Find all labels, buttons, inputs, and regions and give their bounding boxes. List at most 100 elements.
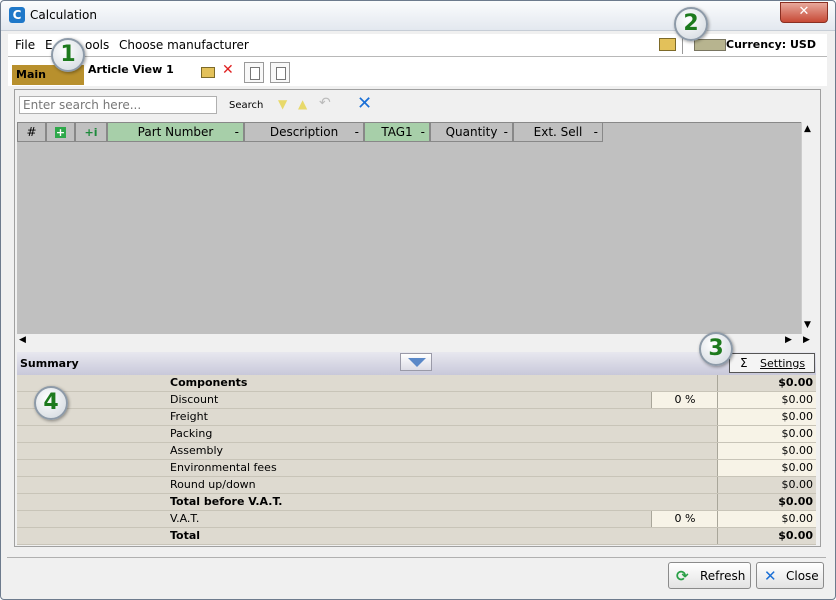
column-header-description[interactable]: Description - (244, 122, 364, 142)
summary-row-label: Total before V.A.T. (170, 495, 283, 508)
summary-row-label: Discount (170, 393, 219, 406)
summary-row-amount: $0.00 (717, 477, 816, 493)
summary-row-components: Components $0.00 (17, 375, 816, 392)
column-header-tag1[interactable]: TAG1- (364, 122, 430, 142)
summary-row-label: Packing (170, 427, 213, 440)
menu-choose-manufacturer[interactable]: Choose manufacturer (119, 38, 249, 52)
column-header-info[interactable]: +i (75, 122, 107, 142)
clear-filter-icon[interactable]: ▲ (298, 97, 307, 111)
discount-amount-field[interactable]: $0.00 (717, 392, 816, 408)
summary-row-assembly: Assembly $0.00 (17, 443, 816, 460)
summary-row-total: Total $0.00 (17, 528, 816, 545)
summary-collapse-button[interactable] (400, 353, 432, 371)
menu-file[interactable]: File (15, 38, 35, 52)
summary-row-label: Assembly (170, 444, 224, 457)
scroll-right-arrow-icon[interactable]: ▶ (803, 335, 810, 345)
assembly-amount-field[interactable]: $0.00 (717, 443, 816, 459)
app-icon: C (9, 7, 25, 23)
column-label: Quantity (445, 125, 498, 139)
discount-percent-field[interactable]: 0 % (651, 392, 718, 408)
scroll-right-arrow-icon[interactable]: ▶ (785, 335, 792, 345)
undo-icon[interactable]: ↶ (319, 95, 331, 111)
footer-divider (7, 557, 826, 558)
window-close-button[interactable]: ✕ (780, 2, 828, 23)
copy-page-icon (276, 67, 286, 80)
sigma-icon: Σ (740, 356, 748, 370)
summary-row-label: Freight (170, 410, 208, 423)
column-menu-dash[interactable]: - (504, 123, 508, 141)
summary-row-packing: Packing $0.00 (17, 426, 816, 443)
column-label: Part Number (137, 125, 214, 139)
column-menu-dash[interactable]: - (421, 123, 425, 141)
summary-row-label: Total (170, 529, 201, 542)
column-label: Ext. Sell (533, 125, 583, 139)
summary-row-total-before-vat: Total before V.A.T. $0.00 (17, 494, 816, 511)
column-menu-dash[interactable]: - (355, 123, 359, 141)
close-label: Close (786, 569, 819, 583)
column-header-row-number[interactable]: # (17, 122, 46, 142)
delete-view-icon[interactable]: ✕ (222, 62, 234, 78)
close-icon: ✕ (764, 567, 777, 585)
open-view-folder-icon[interactable] (201, 67, 215, 78)
view-tabs: Main Article View 1 ✕ (8, 57, 827, 86)
column-header-quantity[interactable]: Quantity - (430, 122, 513, 142)
column-header-add[interactable]: + (46, 122, 75, 142)
packing-amount-field[interactable]: $0.00 (717, 426, 816, 442)
summary-row-amount: $0.00 (717, 528, 816, 544)
column-header-part-number[interactable]: Part Number - (107, 122, 244, 142)
scroll-down-arrow-icon[interactable]: ▼ (804, 320, 811, 330)
column-label: TAG1 (381, 125, 413, 139)
chevron-down-icon (408, 358, 426, 367)
search-button[interactable]: Search (229, 100, 263, 111)
column-header-ext-sell[interactable]: Ext. Sell - (513, 122, 603, 142)
summary-title: Summary (20, 357, 79, 370)
summary-row-vat: V.A.T. 0 % $0.00 (17, 511, 816, 528)
copy-view-button[interactable] (270, 62, 290, 83)
summary-row-label: Round up/down (170, 478, 256, 491)
callout-3: 3 (699, 332, 733, 366)
summary-row-round-up-down: Round up/down $0.00 (17, 477, 816, 494)
summary-row-label: Components (170, 376, 248, 389)
vat-percent-field[interactable]: 0 % (651, 511, 718, 527)
summary-row-environmental-fees: Environmental fees $0.00 (17, 460, 816, 477)
article-grid[interactable] (17, 122, 801, 335)
money-icon (694, 39, 726, 51)
environmental-fees-amount-field[interactable]: $0.00 (717, 460, 816, 476)
summary-row-label: Environmental fees (170, 461, 277, 474)
refresh-icon: ⟳ (676, 567, 689, 585)
clear-search-icon[interactable]: ✕ (357, 93, 372, 114)
new-page-icon (250, 67, 260, 80)
title-bar: C Calculation ✕ (1, 1, 835, 31)
callout-1: 1 (51, 38, 85, 72)
add-row-icon[interactable]: + (55, 127, 66, 138)
freight-amount-field[interactable]: $0.00 (717, 409, 816, 425)
summary-row-freight: Freight $0.00 (17, 409, 816, 426)
summary-settings-button[interactable]: Σ Settings (729, 353, 815, 373)
grid-horizontal-scrollbar[interactable]: ◀ ▶ ▶ (17, 334, 815, 348)
column-menu-dash[interactable]: - (235, 123, 239, 141)
tab-article-view-1[interactable]: Article View 1 (88, 63, 174, 76)
search-input[interactable] (19, 96, 217, 114)
close-button[interactable]: ✕ Close (756, 562, 824, 589)
info-add-icon[interactable]: +i (85, 126, 98, 139)
summary-row-amount: $0.00 (717, 375, 816, 391)
grid-vertical-scrollbar[interactable]: ▲ ▼ (801, 122, 816, 334)
filter-icon[interactable]: ▼ (278, 97, 287, 111)
scroll-left-arrow-icon[interactable]: ◀ (19, 335, 26, 345)
refresh-label: Refresh (700, 569, 746, 583)
summary-row-label: V.A.T. (170, 512, 200, 525)
currency-label[interactable]: Currency: USD (726, 38, 816, 51)
scroll-up-arrow-icon[interactable]: ▲ (804, 124, 811, 134)
callout-4: 4 (34, 386, 68, 420)
refresh-button[interactable]: ⟳ Refresh (668, 562, 751, 589)
vat-amount-field[interactable]: $0.00 (717, 511, 816, 527)
new-view-button[interactable] (244, 62, 264, 83)
column-menu-dash[interactable]: - (594, 123, 598, 141)
summary-row-amount: $0.00 (717, 494, 816, 510)
column-label: Description (269, 125, 339, 139)
summary-row-discount: Discount 0 % $0.00 (17, 392, 816, 409)
window-title: Calculation (30, 8, 97, 22)
callout-2: 2 (674, 7, 708, 41)
menu-tools[interactable]: ools (85, 38, 109, 52)
open-folder-icon[interactable] (659, 38, 676, 51)
